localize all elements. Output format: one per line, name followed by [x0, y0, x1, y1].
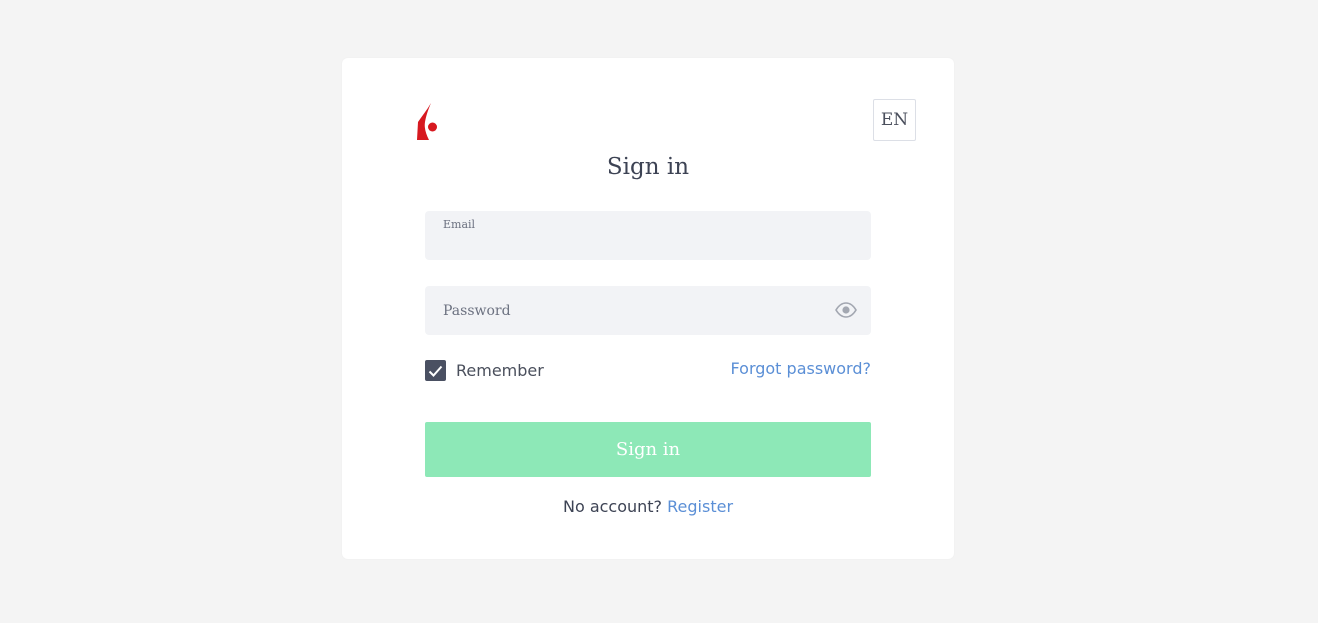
language-label: EN — [880, 110, 909, 130]
password-input[interactable] — [443, 300, 825, 322]
remember-label: Remember — [456, 361, 544, 380]
remember-checkbox-row[interactable]: Remember — [425, 360, 544, 381]
password-field[interactable] — [425, 286, 871, 335]
eye-icon[interactable] — [834, 300, 858, 320]
page-title: Sign in — [606, 154, 690, 180]
email-label: Email — [443, 218, 476, 231]
brand-logo-icon — [416, 102, 440, 142]
email-field[interactable]: Email — [425, 211, 871, 260]
forgot-password-link[interactable]: Forgot password? — [731, 359, 871, 378]
language-selector-button[interactable]: EN — [873, 99, 916, 141]
checkmark-icon — [428, 365, 443, 377]
email-input[interactable] — [443, 234, 857, 254]
signin-card: EN Sign in Email Remember Forgot passwor… — [342, 58, 954, 559]
sign-in-button[interactable]: Sign in — [425, 422, 871, 477]
no-account-text: No account? — [562, 497, 668, 516]
register-row: No account? Register — [342, 497, 954, 516]
register-link[interactable]: Register — [667, 497, 733, 516]
remember-checkbox[interactable] — [425, 360, 446, 381]
